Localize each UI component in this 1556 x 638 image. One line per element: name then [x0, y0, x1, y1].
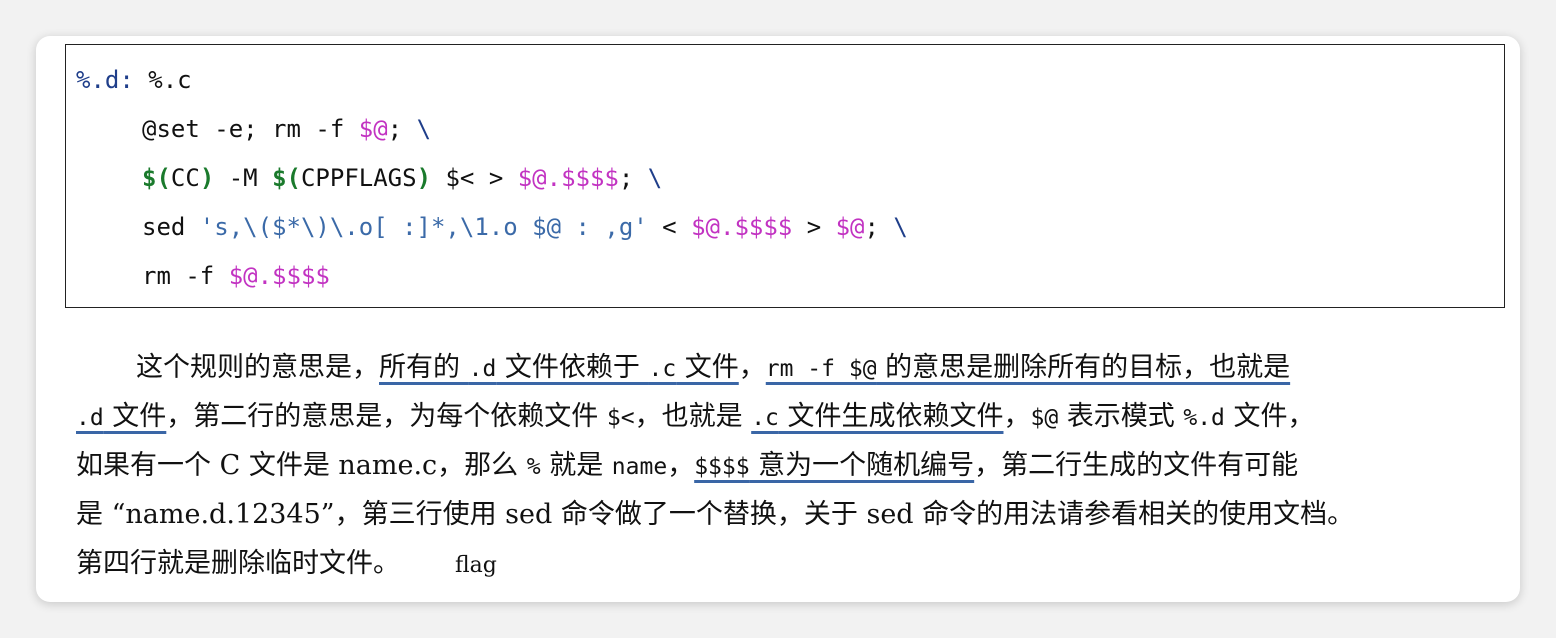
text-run: 文件: [103, 401, 167, 432]
inline-code: .d: [468, 356, 497, 382]
underlined-phrase: 所有的 .d 文件依赖于 .c 文件: [379, 352, 739, 383]
inline-code: %: [526, 454, 541, 480]
flag-label: flag: [455, 553, 497, 578]
code-var-name: CC: [170, 164, 200, 192]
code-line-1: %.d: %.c: [76, 65, 192, 95]
code-colon: :: [119, 66, 134, 94]
code-text: ;: [618, 164, 648, 192]
inline-code: .c: [751, 405, 779, 431]
text-run: 文件生成依赖文件: [778, 401, 1004, 432]
text-run: 所有的: [379, 352, 469, 383]
code-text: ;: [387, 115, 417, 143]
code-auto-var: $@.$$$$: [691, 213, 793, 241]
code-text: sed: [142, 213, 200, 241]
text-run: 这个规则的意思是，: [136, 352, 379, 383]
code-auto-var: $@.$$$$: [228, 262, 330, 290]
paragraph-line-2: .d 文件，第二行的意思是，为每个依赖文件 $<，也就是 .c 文件生成依赖文件…: [76, 399, 1315, 435]
underlined-phrase: .d 文件: [76, 401, 166, 432]
underlined-phrase: .c 文件生成依赖文件: [751, 401, 1003, 432]
text-run: 第四行就是删除临时文件。: [76, 548, 400, 579]
inline-code: %.d: [1183, 405, 1225, 431]
inline-code: name: [611, 454, 668, 480]
text-run: 就是: [540, 450, 612, 481]
code-line-2: @set -e; rm -f $@; \: [142, 114, 431, 144]
inline-code: $@: [1030, 405, 1059, 431]
text-run: ，第二行的意思是，为每个依赖文件: [166, 401, 607, 432]
text-run: 的意思是删除所有的目标，也就是: [876, 352, 1291, 383]
paragraph-line-4: 是 “name.d.12345”，第三行使用 sed 命令做了一个替换，关于 s…: [76, 499, 1355, 530]
code-prereq: %.c: [133, 66, 192, 94]
code-auto-var: $@.$$$$: [517, 164, 619, 192]
underlined-phrase: $$$$ 意为一个随机编号: [694, 450, 974, 481]
paragraph-line-3: 如果有一个 C 文件是 name.c，那么 % 就是 name，$$$$ 意为一…: [76, 448, 1298, 484]
inline-code: rm -f $@: [765, 356, 877, 382]
code-var-close: ): [199, 164, 215, 192]
text-run: ，: [667, 450, 695, 481]
code-text: $< >: [431, 164, 518, 192]
code-text: >: [792, 213, 836, 241]
code-text: @set -e; rm -f: [142, 115, 359, 143]
code-var-open: $(: [142, 164, 171, 192]
text-run: ，第二行生成的文件有可能: [974, 450, 1299, 481]
code-line-4: sed 's,\($*\)\.o[ :]*,\1.o $@ : ,g' < $@…: [142, 212, 908, 242]
code-line-continuation: \: [647, 164, 663, 192]
text-run: ，: [1003, 401, 1031, 432]
text-run: ，也就是: [634, 401, 752, 432]
code-line-continuation: \: [893, 213, 908, 241]
text-run: 意为一个随机编号: [749, 450, 975, 481]
code-auto-var: $@: [835, 213, 865, 241]
underlined-phrase: rm -f $@ 的意思是删除所有的目标，也就是: [766, 352, 1290, 383]
inline-code: $<: [606, 405, 635, 431]
code-text: ;: [864, 213, 894, 241]
code-string: 's,\($*\)\.o[ :]*,\1.o $@ : ,g': [199, 213, 648, 241]
text-run: 表示模式: [1058, 401, 1184, 432]
text-run: 如果有一个 C 文件是 name.c，那么: [76, 450, 527, 481]
paragraph-line-5: 第四行就是删除临时文件。 flag: [76, 546, 497, 582]
inline-code: .d: [76, 405, 104, 431]
text-run: 文件，: [1224, 401, 1315, 432]
code-line-continuation: \: [416, 115, 432, 143]
text-run: 文件: [676, 352, 739, 383]
code-auto-var: $@: [358, 115, 388, 143]
code-var-name: CPPFLAGS: [300, 164, 417, 192]
code-var-open: $(: [272, 164, 301, 192]
code-text: <: [647, 213, 692, 241]
code-target: %.d: [76, 66, 120, 94]
code-line-3: $(CC) -M $(CPPFLAGS) $< > $@.$$$$; \: [142, 163, 662, 193]
code-var-close: ): [416, 164, 432, 192]
paragraph-line-1: 这个规则的意思是，所有的 .d 文件依赖于 .c 文件，rm -f $@ 的意思…: [136, 350, 1290, 386]
document-card: %.d: %.c @set -e; rm -f $@; \ $(CC) -M $…: [36, 36, 1520, 602]
text-run: 文件依赖于: [496, 352, 649, 383]
inline-code: $$$$: [694, 454, 750, 480]
code-text: -M: [214, 164, 273, 192]
code-text: rm -f: [142, 262, 229, 290]
text-run: ，: [738, 352, 766, 383]
code-block: %.d: %.c @set -e; rm -f $@; \ $(CC) -M $…: [65, 44, 1505, 308]
inline-code: .c: [648, 356, 677, 382]
code-line-5: rm -f $@.$$$$: [142, 261, 330, 291]
